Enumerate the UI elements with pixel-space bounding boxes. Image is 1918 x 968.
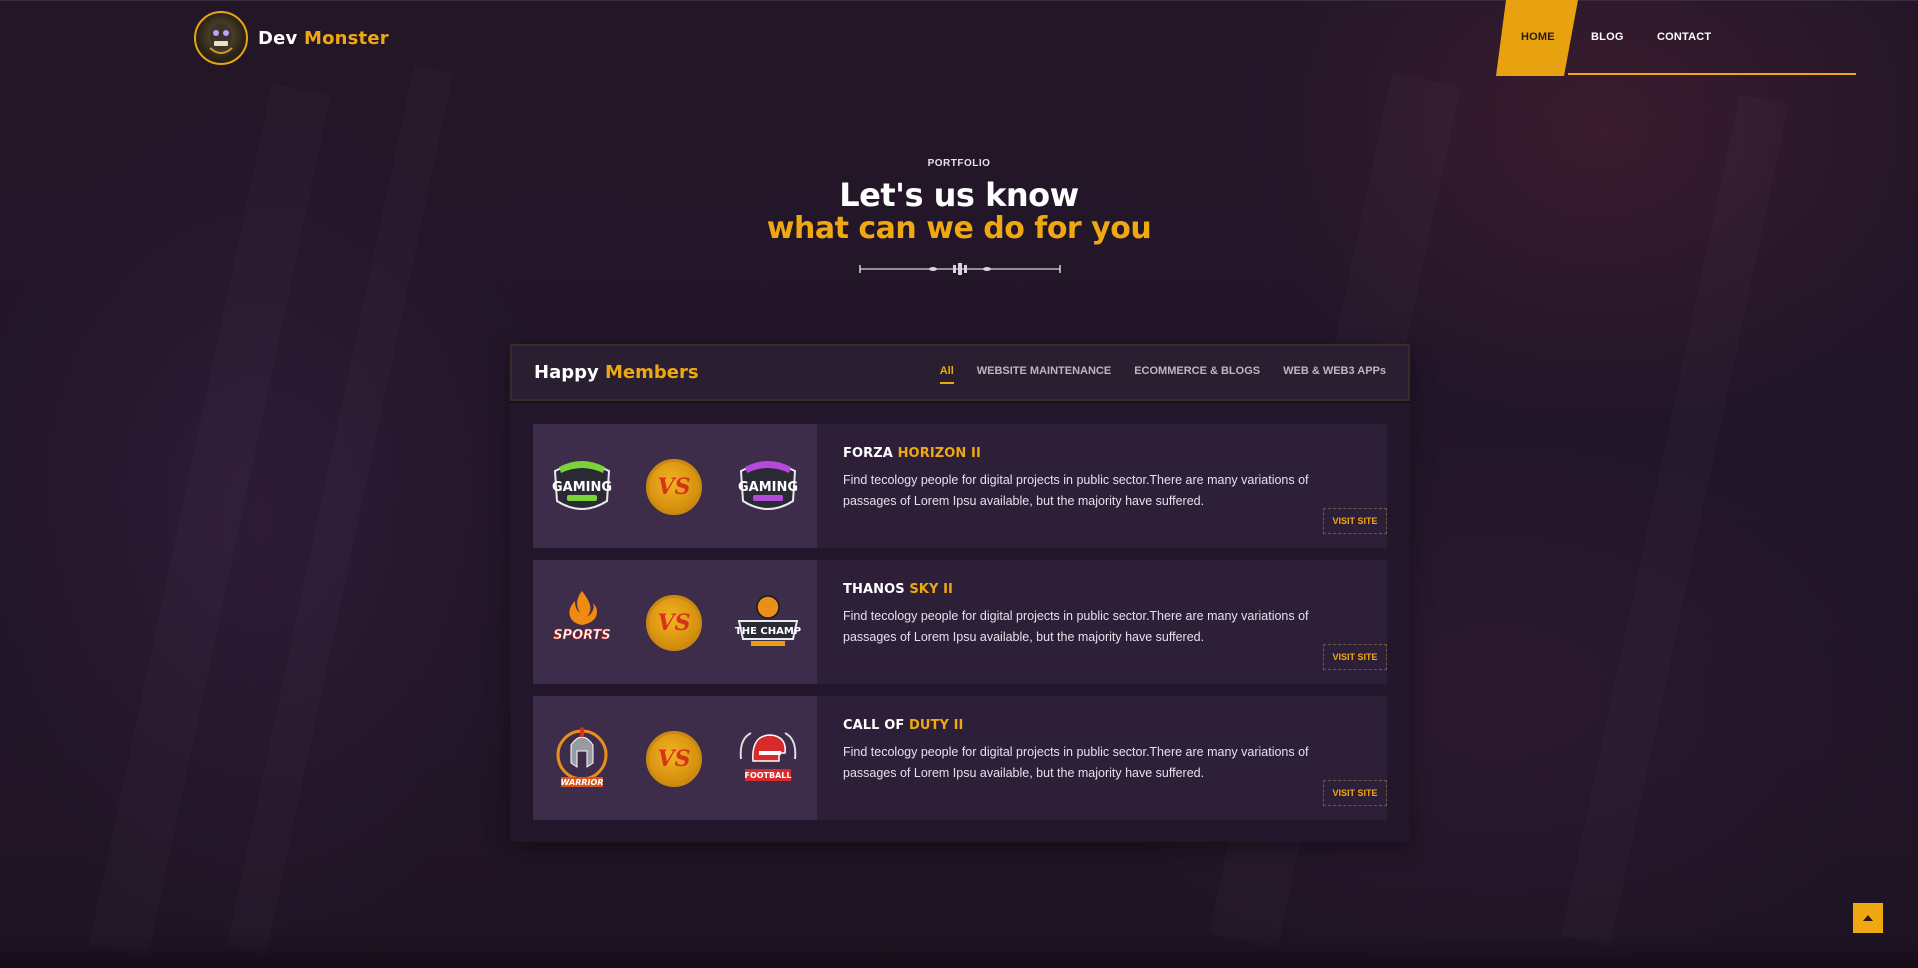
brand-first: Dev (258, 27, 298, 49)
panel-header: Happy Members All WEBSITE MAINTENANCE EC… (510, 344, 1410, 401)
panel-title: Happy Members (534, 362, 699, 383)
ornament-divider (859, 263, 1061, 275)
card-description: Find tecology people for digital project… (843, 745, 1309, 780)
basketball-emblem-icon: THE CHAMP (735, 595, 801, 646)
card-title: CALL OF DUTY II (843, 718, 964, 733)
nav-home[interactable]: HOME (1521, 31, 1555, 43)
list-item: GAMING VS GAMING FORZA HORIZON II Find t… (533, 424, 1387, 548)
match-image: WARRIOR VS FOOTBALL (533, 696, 817, 820)
right-emblem-text: GAMING (738, 480, 798, 495)
right-emblem-text: THE CHAMP (735, 626, 801, 637)
nav-contact[interactable]: CONTACT (1657, 31, 1711, 43)
site-header: Dev Monster HOME BLOG CONTACT (0, 0, 1918, 76)
monster-logo-icon (194, 11, 248, 65)
filter-tabs: All WEBSITE MAINTENANCE ECOMMERCE & BLOG… (939, 365, 1386, 384)
nav-blog[interactable]: BLOG (1591, 31, 1624, 43)
panel-title-first: Happy (534, 362, 599, 383)
list-item: WARRIOR VS FOOTBALL CALL OF DUTY II Find… (533, 696, 1387, 820)
card-title: FORZA HORIZON II (843, 446, 981, 461)
section-eyebrow: PORTFOLIO (927, 158, 991, 169)
card-title-second: SKY II (909, 582, 953, 597)
card-title-second: HORIZON II (897, 446, 981, 461)
warrior-emblem-icon: WARRIOR (556, 727, 608, 787)
members-panel: Happy Members All WEBSITE MAINTENANCE EC… (510, 344, 1410, 842)
visit-site-button[interactable]: VISIT SITE (1323, 780, 1387, 806)
gaming-emblem-icon: GAMING (738, 461, 798, 510)
card-title-first: THANOS (843, 582, 905, 597)
card-title-first: FORZA (843, 446, 893, 461)
footer-edge (0, 934, 1918, 968)
brand-name: Dev Monster (258, 28, 389, 49)
tab-all[interactable]: All (939, 365, 954, 384)
section-title: Let's us know (839, 176, 1079, 214)
tab-web-web3-apps[interactable]: WEB & WEB3 APPs (1283, 365, 1386, 377)
vs-badge-icon: VS (646, 459, 702, 515)
brand-logo[interactable]: Dev Monster (194, 11, 389, 65)
tab-website-maintenance[interactable]: WEBSITE MAINTENANCE (977, 365, 1111, 377)
left-emblem-text: WARRIOR (561, 778, 604, 787)
match-image: SPORTS VS THE CHAMP (533, 560, 817, 684)
visit-site-button[interactable]: VISIT SITE (1323, 508, 1387, 534)
brand-second: Monster (303, 27, 389, 49)
nav-underline (1568, 73, 1856, 75)
tab-ecommerce-blogs[interactable]: ECOMMERCE & BLOGS (1134, 365, 1260, 377)
gaming-emblem-icon: GAMING (552, 461, 612, 510)
match-image: GAMING VS GAMING (533, 424, 817, 548)
vs-badge-icon: VS (646, 731, 702, 787)
left-emblem-text: SPORTS (553, 628, 611, 643)
left-emblem-text: GAMING (552, 480, 612, 495)
panel-title-second: Members (605, 362, 699, 383)
sports-emblem-icon: SPORTS (553, 591, 611, 643)
list-item: SPORTS VS THE CHAMP THANOS SKY II Find t… (533, 560, 1387, 684)
vs-badge-icon: VS (646, 595, 702, 651)
main-nav: HOME BLOG CONTACT (1496, 0, 1856, 76)
card-title: THANOS SKY II (843, 582, 953, 597)
visit-site-button[interactable]: VISIT SITE (1323, 644, 1387, 670)
football-emblem-icon: FOOTBALL (739, 732, 797, 781)
card-title-second: DUTY II (908, 718, 964, 733)
card-description: Find tecology people for digital project… (843, 609, 1309, 644)
section-subtitle: what can we do for you (766, 211, 1152, 246)
arrow-up-icon (1863, 915, 1873, 921)
scroll-top-button[interactable] (1853, 903, 1883, 933)
card-title-first: CALL OF (843, 718, 905, 733)
right-emblem-text: FOOTBALL (744, 771, 791, 780)
card-description: Find tecology people for digital project… (843, 473, 1309, 508)
